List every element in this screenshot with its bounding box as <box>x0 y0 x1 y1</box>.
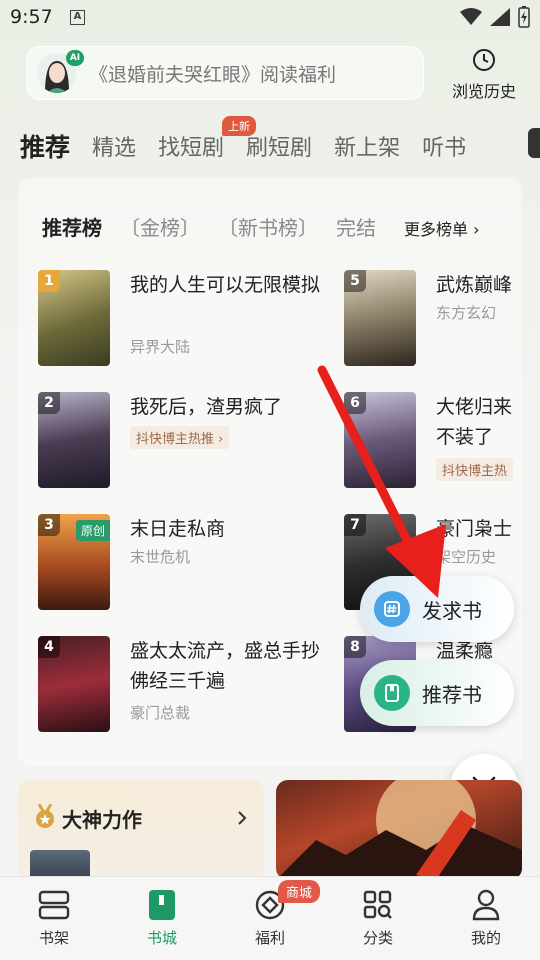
nav-welfare-label: 福利 <box>254 929 285 947</box>
wifi-icon <box>460 8 482 25</box>
rank-number: 6 <box>344 392 366 414</box>
book-title: 大佬归来不装了 <box>436 396 513 448</box>
book-item[interactable]: 4 盛太太流产，盛总手抄佛经三千遍 豪门总裁 <box>38 636 338 736</box>
book-promo-tag[interactable]: 抖快博主热 <box>436 458 514 481</box>
rank-number: 5 <box>344 270 366 292</box>
clock-icon <box>473 49 495 71</box>
request-book-label: 发求书 <box>422 598 482 623</box>
browse-history-button[interactable]: 浏览历史 <box>444 48 524 101</box>
history-label: 浏览历史 <box>451 82 516 101</box>
ranking-header: 推荐榜 〔金榜〕 〔新书榜〕 完结 <box>42 212 394 241</box>
rank-number: 4 <box>38 636 60 658</box>
chevron-right-icon <box>238 811 247 825</box>
notification-a-icon: A <box>70 10 85 25</box>
recommend-book-label: 推荐书 <box>422 682 482 707</box>
book-cover: 2 <box>38 392 110 488</box>
search-placeholder: 《退婚前夫哭红眼》阅读福利 <box>89 63 337 86</box>
rank-number: 7 <box>344 514 366 536</box>
book-promo-label: 抖快博主热推 <box>136 432 215 447</box>
request-book-button[interactable]: 发求书 <box>360 576 514 642</box>
promo-banner[interactable] <box>276 780 522 880</box>
medal-icon <box>36 804 54 828</box>
tab-audiobook[interactable]: 听书 <box>422 130 466 162</box>
nav-bookstore-label: 书城 <box>146 929 177 947</box>
book-genre: 末世危机 <box>130 548 191 566</box>
book-title: 武炼巅峰 <box>436 274 513 296</box>
book-title: 豪门枭士 <box>436 518 513 540</box>
book-title: 末日走私商 <box>130 518 226 540</box>
book-item[interactable]: 6 大佬归来不装了 抖快博主热 <box>344 392 540 492</box>
nav-category[interactable]: 分类 <box>324 877 432 960</box>
ranking-tab-gold[interactable]: 〔金榜〕 <box>120 212 200 241</box>
nav-bookshelf[interactable]: 书架 <box>0 877 108 960</box>
vip-icon[interactable] <box>528 128 540 158</box>
ranking-title: 推荐榜 <box>42 216 102 240</box>
book-cover: 6 <box>344 392 416 488</box>
book-promo-tag[interactable]: 抖快博主热推 › <box>130 426 230 449</box>
book-item[interactable]: 3 原创 末日走私商 末世危机 <box>38 514 338 614</box>
book-genre: 架空历史 <box>436 548 497 566</box>
book-title: 我的人生可以无限模拟 <box>130 274 321 296</box>
more-rankings-label: 更多榜单 <box>404 220 469 239</box>
more-rankings-link[interactable]: 更多榜单 › <box>404 216 480 240</box>
featured-authors-title: 大神力作 <box>62 808 142 832</box>
request-book-icon <box>374 591 410 627</box>
nav-bookstore[interactable]: 书城 <box>108 877 216 960</box>
book-cover: 3 原创 <box>38 514 110 610</box>
nav-category-label: 分类 <box>362 929 393 947</box>
status-icons <box>460 6 530 28</box>
book-item[interactable]: 2 我死后，渣男疯了 抖快博主热推 › <box>38 392 338 492</box>
tab-featured[interactable]: 精选 <box>92 130 136 162</box>
rank-number: 3 <box>38 514 60 536</box>
rank-number: 1 <box>38 270 60 292</box>
signal-icon <box>490 8 510 26</box>
banner-artwork <box>276 780 522 880</box>
nav-bookshelf-label: 书架 <box>38 929 69 947</box>
category-icon <box>363 890 392 919</box>
original-badge: 原创 <box>75 520 110 541</box>
book-cover: 5 <box>344 270 416 366</box>
tab-recommend[interactable]: 推荐 <box>20 128 70 164</box>
new-badge: 上新 <box>222 116 256 136</box>
book-cover: 1 <box>38 270 110 366</box>
mall-badge: 商城 <box>278 880 321 903</box>
status-time: 9:57 <box>10 6 53 28</box>
book-genre: 异界大陆 <box>130 338 191 356</box>
book-cover: 4 <box>38 636 110 732</box>
bookstore-icon <box>149 890 175 920</box>
book-item[interactable]: 5 武炼巅峰 东方玄幻 <box>344 270 540 370</box>
rank-number: 2 <box>38 392 60 414</box>
bookshelf-icon <box>38 890 70 920</box>
tab-watch-short-drama[interactable]: 刷短剧 <box>246 130 312 162</box>
tab-new-arrivals[interactable]: 新上架 <box>334 130 400 162</box>
nav-profile[interactable]: 我的 <box>432 877 540 960</box>
profile-icon <box>472 889 500 921</box>
book-title: 盛太太流产，盛总手抄佛经三千遍 <box>130 640 321 692</box>
category-tabs: 推荐 精选 找短剧 刷短剧 新上架 听书 <box>20 126 540 166</box>
battery-icon <box>518 6 530 28</box>
status-bar: 9:57 A <box>0 0 540 40</box>
nav-profile-label: 我的 <box>470 929 501 947</box>
recommend-book-button[interactable]: 推荐书 <box>360 660 514 726</box>
tab-find-short-drama[interactable]: 找短剧 <box>158 130 224 162</box>
ranking-tab-new[interactable]: 〔新书榜〕 <box>218 212 318 241</box>
featured-authors-card[interactable]: 大神力作 <box>18 780 264 880</box>
ranking-tab-finished[interactable]: 完结 <box>336 212 376 241</box>
ai-badge: AI <box>66 50 84 66</box>
book-genre: 东方玄幻 <box>436 304 497 322</box>
book-item[interactable]: 1 我的人生可以无限模拟 异界大陆 <box>38 270 338 370</box>
rank-number: 8 <box>344 636 366 658</box>
search-bar[interactable]: 《退婚前夫哭红眼》阅读福利 <box>26 46 424 100</box>
bottom-navigation: 书架 书城 福利 分类 我的 <box>0 876 540 960</box>
book-genre: 豪门总裁 <box>130 704 191 722</box>
book-title: 我死后，渣男疯了 <box>130 396 283 418</box>
recommend-book-icon <box>374 675 410 711</box>
